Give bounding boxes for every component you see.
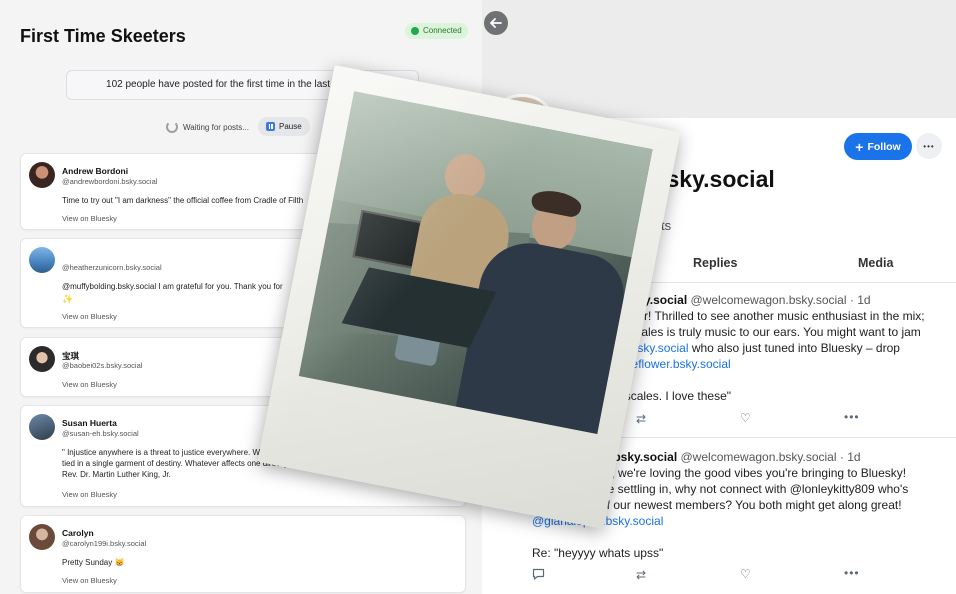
author-name: Carolyn — [62, 528, 94, 538]
author-name: Andrew Bordoni — [62, 166, 129, 176]
tab-replies[interactable]: Replies — [693, 256, 737, 270]
page-title: First Time Skeeters — [20, 26, 186, 46]
speech-bubble-icon — [532, 568, 545, 580]
like-icon[interactable]: ♡ — [740, 411, 751, 425]
screen: First Time Skeeters Connected 102 people… — [0, 0, 956, 594]
plus-icon: + — [855, 138, 864, 155]
author-handle: @baobei02s.bsky.social — [62, 361, 143, 370]
post-card: Carolyn @carolyn199i.bsky.social Pretty … — [20, 515, 466, 593]
view-on-bluesky-link[interactable]: View on Bluesky — [62, 576, 117, 585]
like-icon[interactable]: ♡ — [740, 567, 751, 581]
spinner-icon — [166, 121, 178, 133]
pause-label: Pause — [279, 122, 302, 131]
author-name: Susan Huerta — [62, 418, 117, 428]
avatar[interactable] — [29, 346, 55, 372]
connection-status-badge: Connected — [405, 23, 468, 39]
post-line: who also just tuned into Bluesky – drop — [688, 341, 900, 355]
tab-media[interactable]: Media — [858, 256, 893, 270]
view-on-bluesky-link[interactable]: View on Bluesky — [62, 380, 117, 389]
post-handle-time: @welcomewagon.bsky.social · 1d — [690, 293, 871, 307]
repost-icon[interactable]: ⇄ — [636, 568, 646, 582]
view-on-bluesky-link[interactable]: View on Bluesky — [62, 214, 117, 223]
status-label: Connected — [423, 26, 462, 35]
waiting-indicator: Waiting for posts... — [166, 119, 249, 135]
post-text: Pretty Sunday 😸 — [62, 558, 125, 567]
repost-icon[interactable]: ⇄ — [636, 412, 646, 426]
polaroid-image — [298, 91, 653, 434]
follow-button[interactable]: + Follow — [844, 133, 912, 160]
pause-icon — [266, 122, 275, 131]
author-handle: @andrewbordoni.bsky.social — [62, 177, 158, 186]
arrow-left-icon — [490, 18, 502, 28]
waiting-label: Waiting for posts... — [183, 122, 249, 132]
post-line: Re: "heyyyy whats upss" — [532, 546, 664, 560]
more-icon[interactable]: ••• — [844, 410, 860, 424]
back-button[interactable] — [484, 11, 508, 35]
follow-label: Follow — [867, 140, 901, 153]
author-handle: @heatherzunicorn.bsky.social — [62, 263, 162, 272]
profile-banner — [482, 0, 956, 118]
avatar[interactable] — [29, 414, 55, 440]
ellipsis-icon: ••• — [923, 141, 935, 151]
view-on-bluesky-link[interactable]: View on Bluesky — [62, 312, 117, 321]
more-options-button[interactable]: ••• — [916, 133, 942, 159]
pause-button[interactable]: Pause — [258, 117, 310, 136]
more-icon[interactable]: ••• — [844, 566, 860, 580]
avatar[interactable] — [29, 162, 55, 188]
sparkle-icon: ✨ — [62, 294, 74, 304]
reply-icon[interactable] — [532, 568, 545, 583]
author-handle: @susan-eh.bsky.social — [62, 429, 139, 438]
author-handle: @carolyn199i.bsky.social — [62, 539, 147, 548]
post-handle-time: @welcomewagon.bsky.social · 1d — [680, 450, 861, 464]
status-dot-icon — [411, 27, 419, 35]
view-on-bluesky-link[interactable]: View on Bluesky — [62, 490, 117, 499]
avatar[interactable] — [29, 247, 55, 273]
avatar[interactable] — [29, 524, 55, 550]
